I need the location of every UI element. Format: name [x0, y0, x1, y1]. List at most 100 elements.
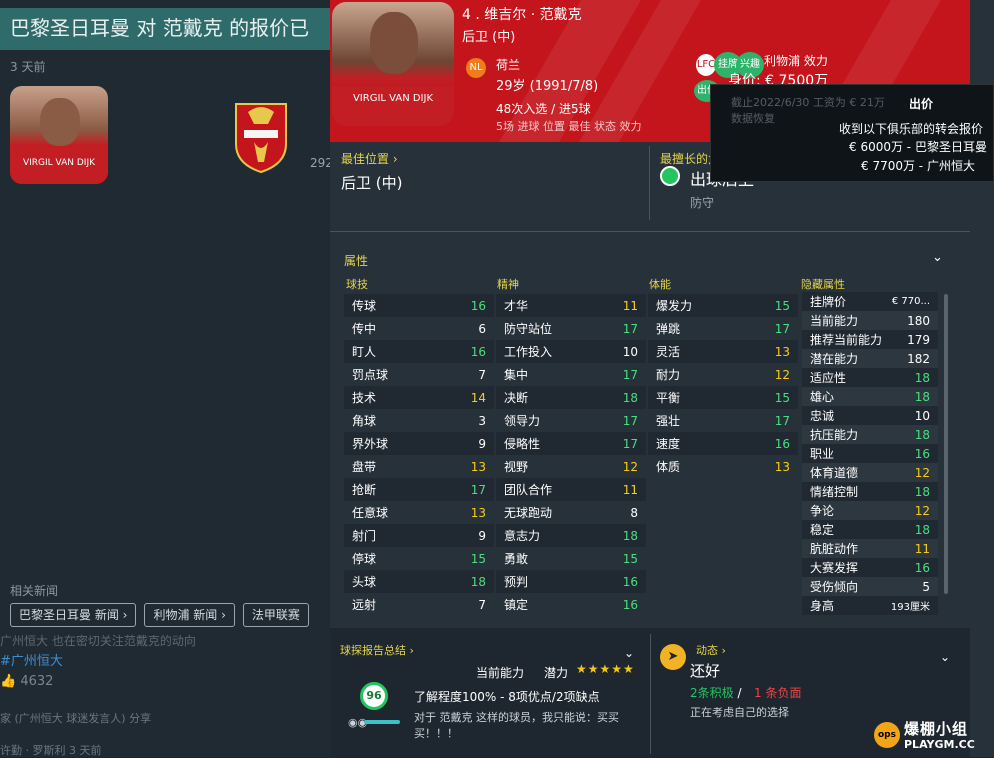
news-title: 巴黎圣日耳曼 对 范戴克 的报价已 — [0, 8, 330, 50]
attribute-row[interactable]: 大赛发挥 16 — [802, 558, 938, 577]
attribute-row[interactable]: 预判 16 — [496, 570, 646, 593]
attribute-row[interactable]: 灵活 13 — [648, 340, 798, 363]
attribute-name: 才华 — [504, 299, 529, 313]
attribute-row[interactable]: 当前能力 180 — [802, 311, 938, 330]
best-position-label[interactable]: 最佳位置 › — [341, 150, 398, 167]
attribute-name: 争论 — [810, 504, 835, 518]
attribute-row[interactable]: 爆发力 15 — [648, 294, 798, 317]
attribute-row[interactable]: 潜在能力 182 — [802, 349, 938, 368]
chevron-down-icon[interactable]: ⌄ — [624, 646, 634, 660]
attribute-row[interactable]: 领导力 17 — [496, 409, 646, 432]
attribute-row[interactable]: 才华 11 — [496, 294, 646, 317]
related-news-chips: 巴黎圣日耳曼 新闻 › 利物浦 新闻 › 法甲联赛 — [10, 603, 309, 627]
attribute-row[interactable]: 头球 18 — [344, 570, 494, 593]
attribute-value: 16 — [914, 446, 930, 461]
chip-liverpool-news[interactable]: 利物浦 新闻 › — [144, 603, 235, 627]
attribute-row[interactable]: 耐力 12 — [648, 363, 798, 386]
attribute-value: 18 — [914, 522, 930, 537]
attribute-row[interactable]: 镇定 16 — [496, 593, 646, 616]
news-hashtag-link[interactable]: #广州恒大 — [0, 650, 63, 669]
attribute-row[interactable]: 集中 17 — [496, 363, 646, 386]
attribute-row[interactable]: 盘带 13 — [344, 455, 494, 478]
attribute-row[interactable]: 适应性 18 — [802, 368, 938, 387]
attribute-row[interactable]: 视野 12 — [496, 455, 646, 478]
attribute-value: 9 — [478, 436, 486, 451]
attribute-value: 3 — [478, 413, 486, 428]
avatar-shirt: VIRGIL VAN DIJK — [10, 148, 108, 184]
attribute-row[interactable]: 强壮 17 — [648, 409, 798, 432]
mental-column: 才华 11 防守站位 17 工作投入 10 集中 17 决断 18 领导力 17 侵略性 17 视野 12 团队… — [496, 294, 646, 616]
attribute-row[interactable]: 忠诚 10 — [802, 406, 938, 425]
attribute-row[interactable]: 远射 7 — [344, 593, 494, 616]
attribute-row[interactable]: 弹跳 17 — [648, 317, 798, 340]
attribute-row[interactable]: 罚点球 7 — [344, 363, 494, 386]
attribute-row[interactable]: 抗压能力 18 — [802, 425, 938, 444]
chevron-down-icon[interactable]: ⌄ — [940, 650, 950, 664]
attribute-row[interactable]: 意志力 18 — [496, 524, 646, 547]
attribute-row[interactable]: 团队合作 11 — [496, 478, 646, 501]
attribute-value: 8 — [630, 505, 638, 520]
attribute-row[interactable]: 体质 13 — [648, 455, 798, 478]
divider — [330, 231, 970, 232]
attribute-row[interactable]: 界外球 9 — [344, 432, 494, 455]
attribute-row[interactable]: 射门 9 — [344, 524, 494, 547]
attribute-value: 180 — [907, 313, 930, 328]
author-time: 3 天前 — [69, 744, 102, 757]
attribute-row[interactable]: 体育道德 12 — [802, 463, 938, 482]
attribute-value: 7 — [478, 597, 486, 612]
dynamics-positive: 2条积极 / — [690, 684, 742, 701]
attribute-name: 停球 — [352, 552, 377, 566]
attribute-row[interactable]: 无球跑动 8 — [496, 501, 646, 524]
attribute-row[interactable]: 任意球 13 — [344, 501, 494, 524]
attribute-value: 18 — [914, 484, 930, 499]
scrollbar[interactable] — [944, 294, 948, 594]
attribute-name: 界外球 — [352, 437, 389, 451]
attribute-row[interactable]: 受伤倾向 5 — [802, 577, 938, 596]
liverpool-crest-icon[interactable] — [228, 94, 294, 174]
potential-label: 潜力 — [544, 666, 569, 680]
attribute-row[interactable]: 平衡 15 — [648, 386, 798, 409]
attribute-name: 适应性 — [810, 371, 847, 385]
attribute-row[interactable]: 职业 16 — [802, 444, 938, 463]
attribute-row[interactable]: 勇敢 15 — [496, 547, 646, 570]
attribute-row[interactable]: 防守站位 17 — [496, 317, 646, 340]
player-club: 利物浦 效力 — [764, 54, 828, 68]
attribute-row[interactable]: 传中 6 — [344, 317, 494, 340]
scout-report-label[interactable]: 球探报告总结 › — [340, 642, 414, 658]
attribute-value: 17 — [622, 413, 638, 428]
chip-ligue1-news[interactable]: 法甲联赛 — [242, 603, 309, 627]
attribute-row[interactable]: 推荐当前能力 179 — [802, 330, 938, 349]
attribute-row[interactable]: 雄心 18 — [802, 387, 938, 406]
player-avatar-small[interactable]: VIRGIL VAN DIJK — [10, 86, 108, 184]
attribute-row[interactable]: 肮脏动作 11 — [802, 539, 938, 558]
attribute-name: 推荐当前能力 — [810, 333, 883, 347]
attribute-name: 传球 — [352, 299, 377, 313]
avatar-face — [40, 98, 80, 146]
physical-column: 爆发力 15 弹跳 17 灵活 13 耐力 12 平衡 15 强壮 17 速度 16 体质 13 — [648, 294, 798, 478]
attribute-row[interactable]: 角球 3 — [344, 409, 494, 432]
attribute-name: 受伤倾向 — [810, 580, 859, 594]
best-position-value: 后卫 (中) — [341, 174, 403, 192]
attribute-row[interactable]: 稳定 18 — [802, 520, 938, 539]
attribute-row[interactable]: 侵略性 17 — [496, 432, 646, 455]
chip-psg-news[interactable]: 巴黎圣日耳曼 新闻 › — [10, 603, 137, 627]
physical-header: 体能 — [649, 278, 671, 291]
attribute-row[interactable]: 速度 16 — [648, 432, 798, 455]
attribute-row[interactable]: 工作投入 10 — [496, 340, 646, 363]
attribute-row[interactable]: 身高 193厘米 — [802, 596, 938, 615]
attribute-name: 弹跳 — [656, 322, 681, 336]
attribute-row[interactable]: 情绪控制 18 — [802, 482, 938, 501]
attribute-row[interactable]: 技术 14 — [344, 386, 494, 409]
attribute-row[interactable]: 停球 15 — [344, 547, 494, 570]
likes-count[interactable]: 👍 4632 — [0, 674, 53, 689]
attribute-row[interactable]: 盯人 16 — [344, 340, 494, 363]
attribute-row[interactable]: 挂牌价 € 770... — [802, 292, 938, 311]
dynamics-label[interactable]: 动态 › — [696, 642, 726, 658]
attribute-row[interactable]: 决断 18 — [496, 386, 646, 409]
chevron-down-icon[interactable]: ⌄ — [932, 250, 943, 265]
role-status-icon — [660, 166, 680, 186]
attribute-row[interactable]: 抢断 17 — [344, 478, 494, 501]
attribute-row[interactable]: 传球 16 — [344, 294, 494, 317]
potential-stars-icon: ★★★★★ — [576, 662, 635, 676]
attribute-row[interactable]: 争论 12 — [802, 501, 938, 520]
